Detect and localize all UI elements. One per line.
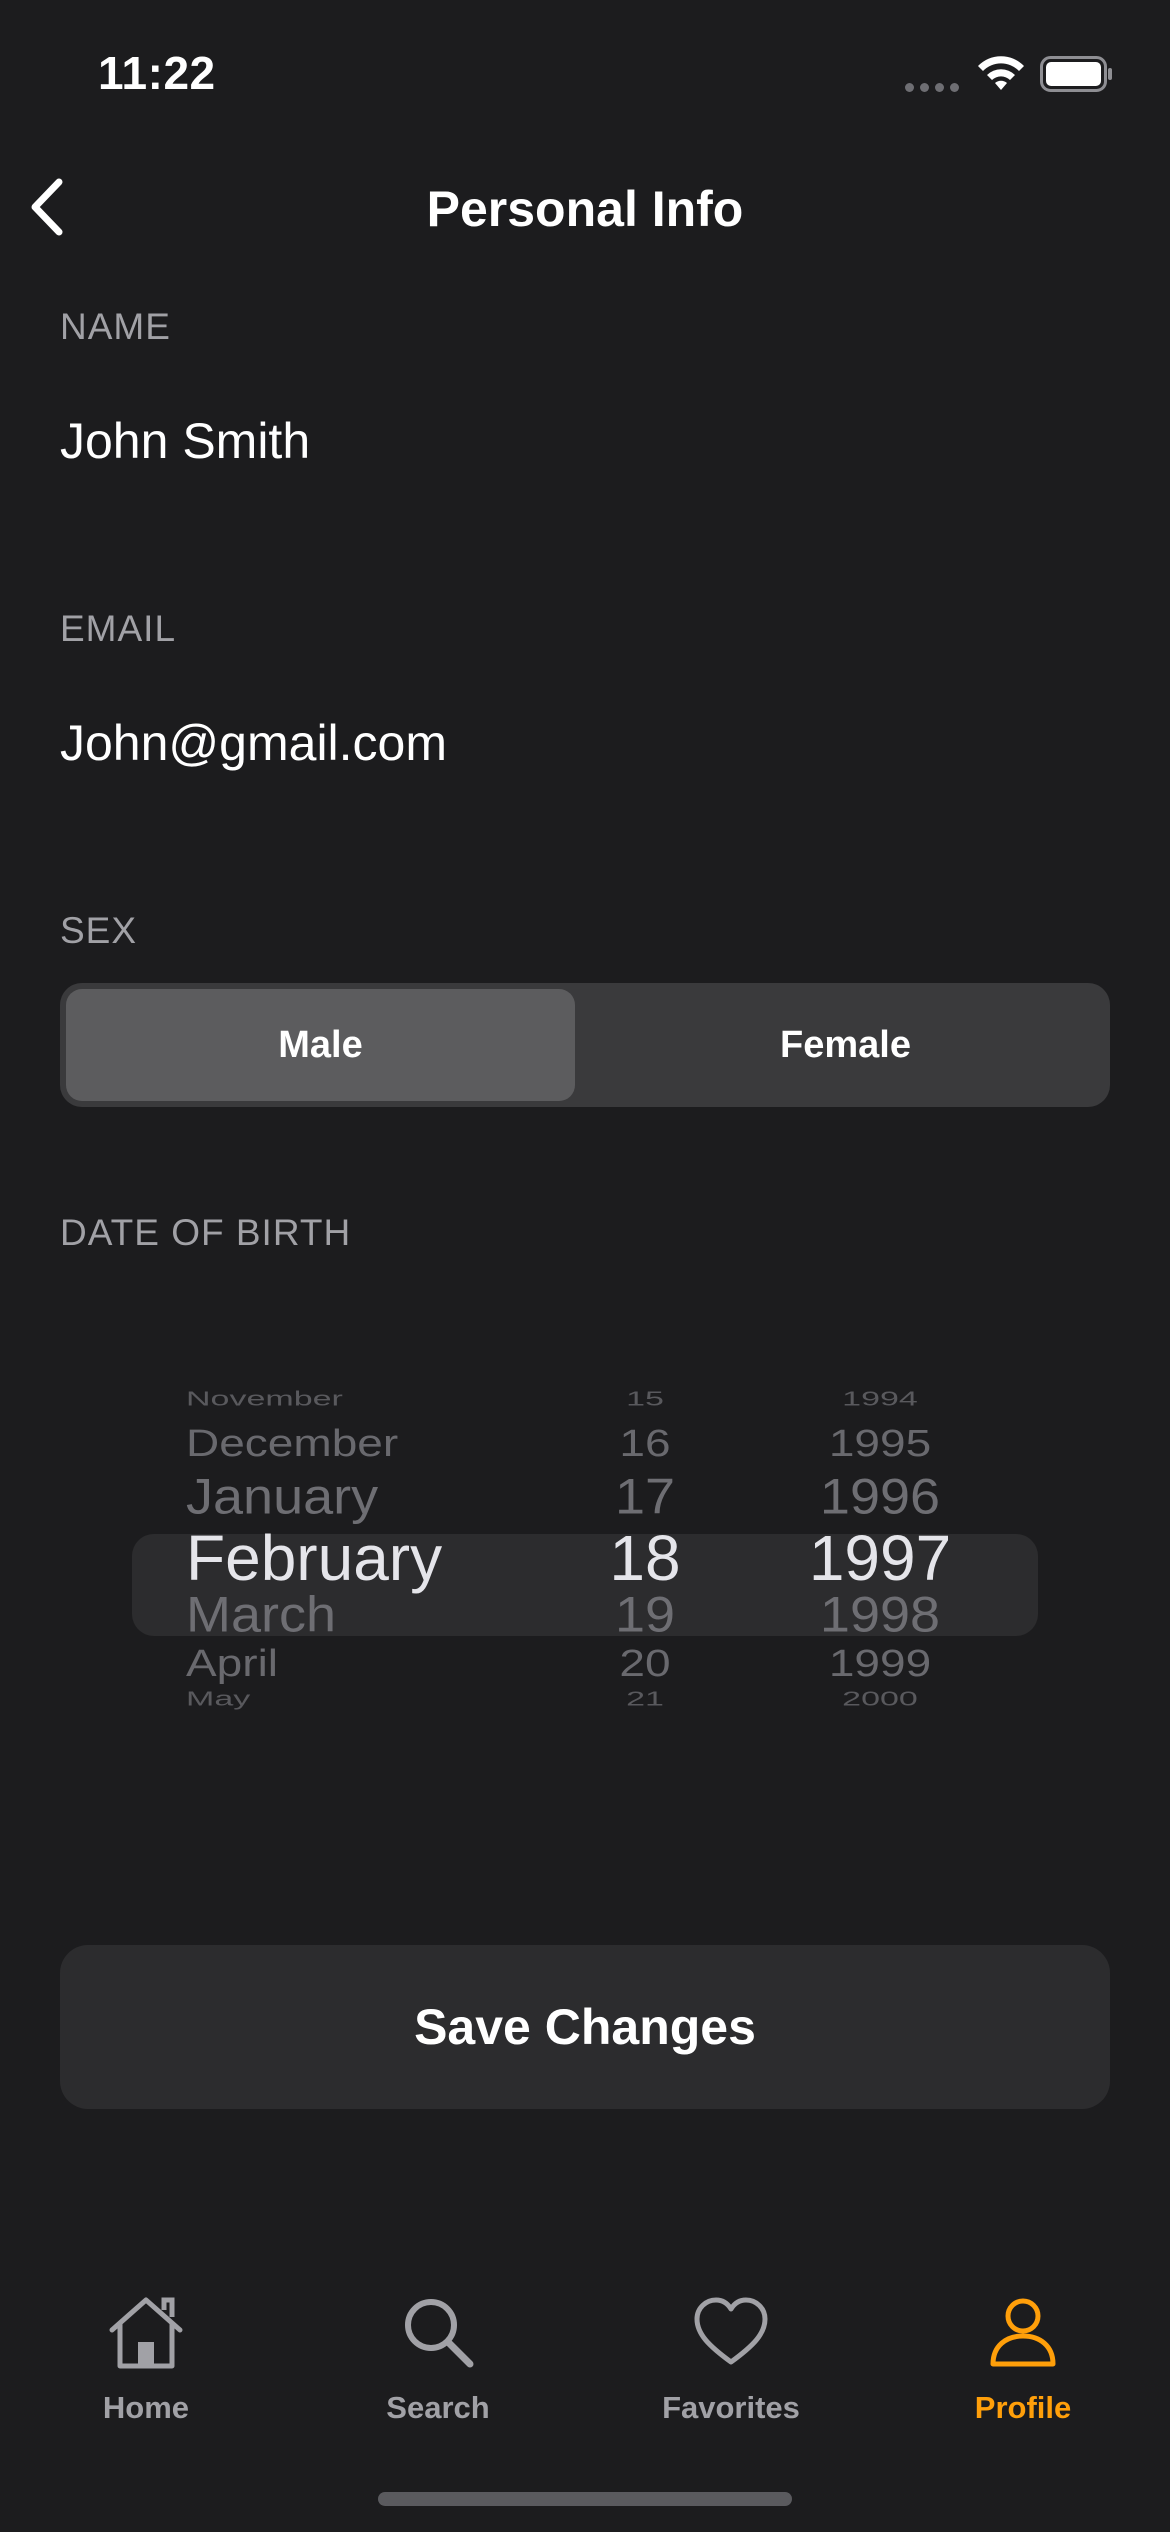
day-option[interactable]: 15 xyxy=(590,1389,700,1409)
tab-home[interactable]: Home xyxy=(36,2290,256,2440)
page-title: Personal Info xyxy=(426,181,744,237)
email-label: EMAIL xyxy=(60,608,177,649)
save-changes-button[interactable]: Save Changes xyxy=(60,1945,1110,2109)
year-option[interactable]: 1996 xyxy=(790,1472,970,1522)
month-option[interactable]: January xyxy=(186,1472,526,1522)
person-icon xyxy=(990,2298,1056,2367)
sex-label: SEX xyxy=(60,910,138,951)
year-option[interactable]: 1997 xyxy=(790,1526,970,1590)
day-option[interactable]: 20 xyxy=(590,1644,700,1682)
year-option[interactable]: 1999 xyxy=(790,1644,970,1682)
tab-profile-label: Profile xyxy=(974,2390,1072,2425)
day-option[interactable]: 21 xyxy=(590,1689,700,1709)
tab-home-label: Home xyxy=(102,2390,190,2425)
email-field[interactable]: John@gmail.com xyxy=(60,714,447,772)
tab-profile[interactable]: Profile xyxy=(913,2290,1133,2440)
tab-favorites[interactable]: Favorites xyxy=(621,2290,841,2440)
sex-segmented-control[interactable]: Male Female xyxy=(60,983,1110,1107)
day-wheel[interactable]: 15 16 17 18 19 20 21 xyxy=(590,1320,700,1840)
month-option[interactable]: March xyxy=(186,1590,526,1640)
year-option[interactable]: 1994 xyxy=(790,1389,970,1409)
year-option[interactable]: 1995 xyxy=(790,1424,970,1462)
month-option[interactable]: May xyxy=(186,1689,526,1709)
heart-icon xyxy=(694,2297,768,2365)
magnifier-icon xyxy=(405,2299,474,2368)
year-wheel[interactable]: 1994 1995 1996 1997 1998 1999 2000 xyxy=(790,1320,970,1840)
segment-male[interactable]: Male xyxy=(66,989,575,1101)
status-time: 11:22 xyxy=(98,47,216,99)
month-option[interactable]: April xyxy=(186,1644,526,1682)
day-option[interactable]: 17 xyxy=(590,1472,700,1522)
name-label: NAME xyxy=(60,306,171,347)
month-wheel[interactable]: November December January February March Apri… xyxy=(186,1320,526,1840)
cellular-signal-icon xyxy=(905,83,959,92)
year-option[interactable]: 2000 xyxy=(790,1689,970,1709)
tab-search-label: Search xyxy=(386,2390,490,2425)
month-option[interactable]: February xyxy=(186,1526,526,1590)
wifi-icon xyxy=(978,56,1024,90)
date-of-birth-picker[interactable]: November December January February March Apri… xyxy=(0,1320,1170,1840)
dob-label: DATE OF BIRTH xyxy=(60,1212,352,1253)
day-option[interactable]: 19 xyxy=(590,1590,700,1640)
home-indicator xyxy=(378,2492,792,2506)
house-icon xyxy=(109,2297,183,2369)
month-option[interactable]: December xyxy=(186,1424,526,1462)
tab-favorites-label: Favorites xyxy=(662,2390,800,2425)
day-option[interactable]: 16 xyxy=(590,1424,700,1462)
day-option[interactable]: 18 xyxy=(590,1526,700,1590)
name-field[interactable]: John Smith xyxy=(60,412,310,470)
segment-female[interactable]: Female xyxy=(587,989,1104,1101)
year-option[interactable]: 1998 xyxy=(790,1590,970,1640)
battery-icon xyxy=(1040,56,1112,92)
tab-search[interactable]: Search xyxy=(328,2290,548,2440)
month-option[interactable]: November xyxy=(186,1389,526,1409)
